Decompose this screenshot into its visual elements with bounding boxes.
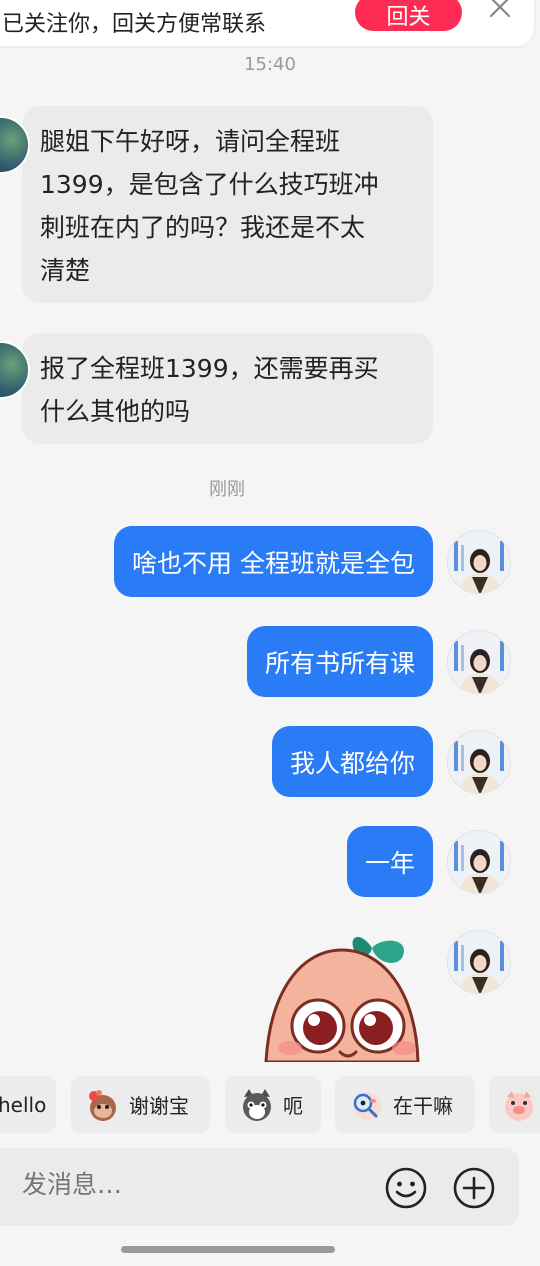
cat-emoji-icon [243,1088,271,1121]
incoming-message[interactable]: 报了全程班1399，还需要再买 什么其他的吗 [0,333,433,444]
self-avatar[interactable] [447,630,511,694]
quick-reply-label: hello [0,1092,47,1117]
close-icon[interactable] [487,0,513,20]
message-line: 什么其他的吗 [40,397,191,426]
message-line: 1399，是包含了什么技巧班冲 [40,170,379,199]
sender-avatar[interactable] [0,341,30,399]
peach-sticker-icon [264,936,420,1062]
self-avatar[interactable] [447,930,511,994]
home-indicator[interactable] [121,1246,335,1253]
outgoing-message[interactable]: 我人都给你 [271,726,433,797]
outgoing-message[interactable]: 啥也不用 全程班就是全包 [114,526,433,597]
avatar-photo [448,931,510,993]
message-line: 清楚 [40,256,91,285]
emoji-icon[interactable] [384,1166,428,1210]
message-line: 报了全程班1399，还需要再买 [40,354,379,383]
quick-reply-bar: hello 谢谢宝 呃 在干嘛 [0,1076,540,1134]
avatar-photo [448,631,510,693]
timestamp: 15:40 [244,54,296,75]
chat-screen: 已关注你，回关方便常联系 回关 15:40 腿姐下午好呀，请问全程班 1399，… [0,0,540,1266]
self-avatar[interactable] [447,730,511,794]
quick-reply-chip[interactable] [489,1076,540,1133]
message-line: 腿姐下午好呀，请问全程班 [40,127,341,156]
sender-avatar[interactable] [0,116,30,174]
quick-reply-chip[interactable]: hello [0,1076,56,1133]
message-input[interactable] [22,1170,322,1199]
outgoing-message[interactable]: 一年 [346,826,433,897]
sticker-message[interactable] [262,930,422,1062]
avatar-photo [448,531,510,593]
quick-reply-label: 呃 [283,1094,303,1118]
self-avatar[interactable] [447,530,511,594]
follow-banner-text: 已关注你，回关方便常联系 [2,12,267,37]
avatar-photo [448,731,510,793]
magnifier-emoji-icon [353,1091,381,1120]
quick-reply-chip[interactable]: 谢谢宝 [71,1076,210,1133]
quick-reply-label: 谢谢宝 [129,1094,189,1118]
self-avatar[interactable] [447,830,511,894]
add-icon[interactable] [452,1166,496,1210]
quick-reply-chip[interactable]: 呃 [225,1076,321,1133]
avatar-photo [448,831,510,893]
quick-reply-chip[interactable]: 在干嘛 [335,1076,475,1133]
quick-reply-label: 在干嘛 [393,1094,453,1118]
message-line: 刺班在内了的吗？我还是不太 [40,213,366,242]
incoming-message[interactable]: 腿姐下午好呀，请问全程班 1399，是包含了什么技巧班冲 刺班在内了的吗？我还是… [0,106,433,303]
message-composer [0,1148,519,1226]
follow-back-button[interactable]: 回关 [355,0,462,31]
follow-banner: 已关注你，回关方便常联系 回关 [0,0,534,46]
monkey-emoji-icon [89,1089,116,1121]
pig-emoji-icon [505,1090,533,1121]
outgoing-message[interactable]: 所有书所有课 [246,626,433,697]
timestamp: 刚刚 [209,479,245,500]
voice-icon[interactable] [0,1176,4,1200]
